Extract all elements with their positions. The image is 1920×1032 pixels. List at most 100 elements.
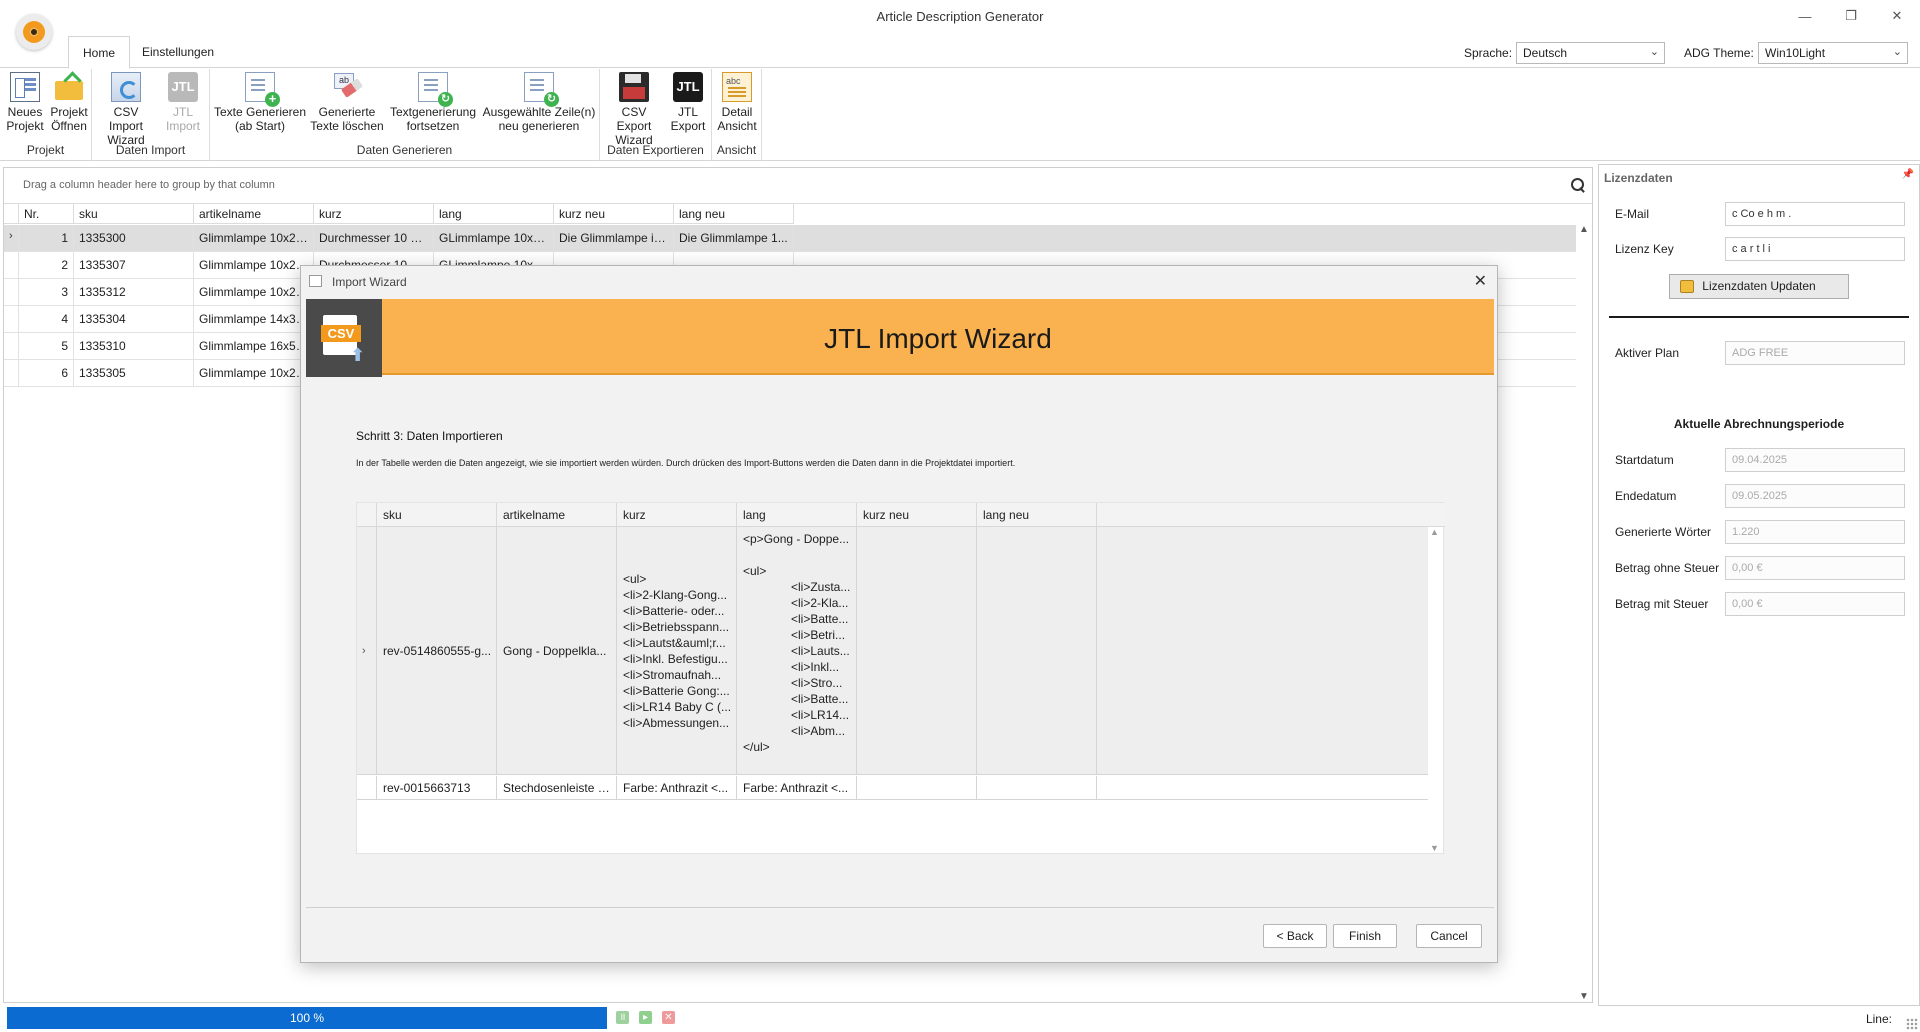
minimize-button[interactable]: — xyxy=(1782,0,1828,32)
grid-cell-nr[interactable]: 6 xyxy=(19,360,74,386)
status-stop-icon[interactable]: ✕ xyxy=(662,1011,675,1024)
grid-cell-artikelname[interactable]: Glimmlampe 10x28... xyxy=(194,279,314,305)
grid-header-sku[interactable]: sku xyxy=(74,204,194,224)
import-header-sku[interactable]: sku xyxy=(377,503,497,527)
grid-cell-sku[interactable]: 1335307 xyxy=(74,252,194,278)
finish-button[interactable]: Finish xyxy=(1333,924,1397,948)
import-cell-lang-neu[interactable] xyxy=(977,527,1097,774)
grid-header-lang-neu[interactable]: lang neu xyxy=(674,204,794,224)
group-panel-hint: Drag a column header here to group by th… xyxy=(23,179,275,191)
email-label: E-Mail xyxy=(1615,207,1650,221)
import-cell-artikelname[interactable]: Stechdosenleiste S... xyxy=(497,776,617,799)
csv-import-wizard-button[interactable]: CSV Import Wizard xyxy=(96,72,156,147)
grid-cell-lang[interactable]: GLimmlampe 10x2... xyxy=(434,225,554,251)
step-description: In der Tabelle werden die Daten angezeig… xyxy=(356,458,1016,468)
import-cell-sku[interactable]: rev-0015663713 xyxy=(377,776,497,799)
grid-cell-nr[interactable]: 4 xyxy=(19,306,74,332)
grid-cell-sku[interactable]: 1335310 xyxy=(74,333,194,359)
update-license-button[interactable]: Lizenzdaten Updaten xyxy=(1669,274,1849,299)
back-button[interactable]: < Back xyxy=(1263,924,1327,948)
language-select[interactable]: Deutsch ⌄ xyxy=(1516,42,1665,64)
close-window-button[interactable]: ✕ xyxy=(1874,0,1920,32)
scroll-down-icon[interactable]: ▼ xyxy=(1579,991,1589,1002)
import-header-kurz-neu[interactable]: kurz neu xyxy=(857,503,977,527)
generate-texts-button[interactable]: Texte Generieren (ab Start) xyxy=(213,72,307,133)
import-row[interactable]: rev-0015663713 Stechdosenleiste S... Far… xyxy=(357,776,1428,800)
detail-view-button[interactable]: Detail Ansicht xyxy=(716,72,758,133)
scroll-down-icon[interactable]: ▼ xyxy=(1430,843,1439,853)
import-header-lang-neu[interactable]: lang neu xyxy=(977,503,1097,527)
grid-header-artikelname[interactable]: artikelname xyxy=(194,204,314,224)
grid-cell-sku[interactable]: 1335304 xyxy=(74,306,194,332)
grid-cell-nr[interactable]: 1 xyxy=(19,225,74,251)
regenerate-selected-button[interactable]: Ausgewählte Zeile(n) neu generieren xyxy=(482,72,596,133)
grid-cell-artikelname[interactable]: Glimmlampe 14x32... xyxy=(194,306,314,332)
import-cell-artikelname[interactable]: Gong - Doppelkla... xyxy=(497,527,617,774)
continue-generation-button[interactable]: Textgenerierung fortsetzen xyxy=(388,72,478,133)
resize-grip-icon[interactable] xyxy=(1906,1018,1918,1030)
divider xyxy=(1609,316,1909,318)
import-header-kurz[interactable]: kurz xyxy=(617,503,737,527)
new-project-button[interactable]: Neues Projekt xyxy=(4,72,46,133)
grid-header-lang[interactable]: lang xyxy=(434,204,554,224)
grid-header-kurz[interactable]: kurz xyxy=(314,204,434,224)
group-panel[interactable]: Drag a column header here to group by th… xyxy=(4,168,1592,204)
delete-generated-texts-button[interactable]: Generierte Texte löschen xyxy=(310,72,384,133)
import-header-artikelname[interactable]: artikelname xyxy=(497,503,617,527)
import-cell-lang-neu[interactable] xyxy=(977,776,1097,799)
import-row[interactable]: › rev-0514860555-g... Gong - Doppelkla..… xyxy=(357,527,1428,775)
import-grid-scrollbar[interactable]: ▲ ▼ xyxy=(1427,527,1443,853)
grid-header-nr[interactable]: Nr. xyxy=(19,204,74,224)
grid-cell-sku[interactable]: 1335305 xyxy=(74,360,194,386)
import-cell-lang[interactable]: Farbe: Anthrazit <... xyxy=(737,776,857,799)
csv-import-icon xyxy=(111,72,141,102)
grid-cell-artikelname[interactable]: Glimmlampe 16x54... xyxy=(194,333,314,359)
import-cell-kurz[interactable]: Farbe: Anthrazit <... xyxy=(617,776,737,799)
close-icon[interactable]: ✕ xyxy=(1474,271,1487,291)
row-indicator xyxy=(357,776,377,799)
cancel-button[interactable]: Cancel xyxy=(1416,924,1482,948)
jtl-import-button[interactable]: JTL JTL Import xyxy=(162,72,204,133)
jtl-export-button[interactable]: JTL JTL Export xyxy=(668,72,708,133)
import-header-lang[interactable]: lang xyxy=(737,503,857,527)
grid-cell-nr[interactable]: 2 xyxy=(19,252,74,278)
grid-scrollbar[interactable]: ▲ ▼ xyxy=(1576,224,1592,1002)
table-row[interactable]: › 1 1335300 Glimmlampe 10x25... Durchmesser … xyxy=(4,225,1576,252)
regenerate-icon xyxy=(524,72,559,107)
grid-cell-artikelname[interactable]: Glimmlampe 10x25... xyxy=(194,225,314,251)
row-expand-icon[interactable]: › xyxy=(362,645,366,657)
grid-cell-artikelname[interactable]: Glimmlampe 10x28... xyxy=(194,252,314,278)
maximize-button[interactable]: ❐ xyxy=(1828,0,1874,32)
grid-cell-kurz-neu[interactable]: Die Glimmlampe in... xyxy=(554,225,674,251)
grid-cell-nr[interactable]: 5 xyxy=(19,333,74,359)
theme-select[interactable]: Win10Light ⌄ xyxy=(1758,42,1908,64)
row-indicator xyxy=(4,360,19,386)
status-pause-icon[interactable]: ॥ xyxy=(616,1011,629,1024)
grid-header-kurz-neu[interactable]: kurz neu xyxy=(554,204,674,224)
app-logo-icon[interactable] xyxy=(16,14,52,50)
new-project-icon xyxy=(10,72,40,102)
import-cell-kurz-neu[interactable] xyxy=(857,527,977,774)
pin-icon[interactable]: 📌 xyxy=(1902,169,1914,180)
email-field[interactable]: c Co e h m . xyxy=(1725,202,1905,226)
status-play-icon[interactable]: ▸ xyxy=(639,1011,652,1024)
grid-cell-lang-neu[interactable]: Die Glimmlampe 1... xyxy=(674,225,794,251)
grid-cell-kurz[interactable]: Durchmesser 10 m... xyxy=(314,225,434,251)
import-cell-kurz-neu[interactable] xyxy=(857,776,977,799)
search-icon[interactable] xyxy=(1570,177,1586,193)
license-key-field[interactable]: c a r t l i xyxy=(1725,237,1905,261)
open-project-button[interactable]: Projekt Öffnen xyxy=(48,72,90,133)
csv-export-wizard-button[interactable]: CSV Export Wizard xyxy=(604,72,664,147)
import-cell-kurz[interactable]: <ul> <li>2-Klang-Gong... <li>Batterie- ode… xyxy=(617,527,737,774)
net-amount-field: 0,00 € xyxy=(1725,556,1905,580)
grid-cell-sku[interactable]: 1335300 xyxy=(74,225,194,251)
import-cell-lang[interactable]: <p>Gong - Doppe... <ul> <li>Zusta... <li>… xyxy=(737,527,857,774)
import-cell-sku[interactable]: rev-0514860555-g... xyxy=(377,527,497,774)
eraser-icon xyxy=(332,72,362,102)
scroll-up-icon[interactable]: ▲ xyxy=(1579,224,1589,235)
grid-cell-artikelname[interactable]: Glimmlampe 10x25... xyxy=(194,360,314,386)
grid-cell-sku[interactable]: 1335312 xyxy=(74,279,194,305)
grid-cell-nr[interactable]: 3 xyxy=(19,279,74,305)
ribbon-group-ansicht: Detail Ansicht Ansicht xyxy=(712,69,762,161)
scroll-up-icon[interactable]: ▲ xyxy=(1430,527,1439,537)
